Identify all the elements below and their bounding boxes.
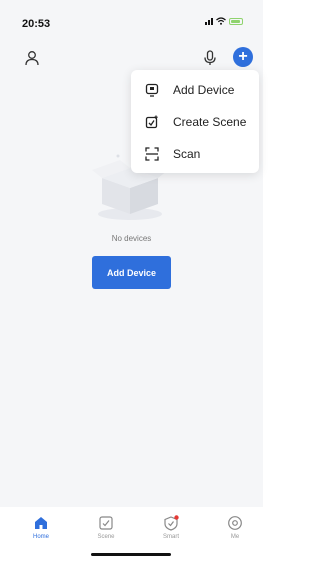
scan-icon [145,147,159,161]
create-scene-icon [145,115,158,129]
user-icon[interactable] [24,50,40,66]
scene-icon [99,516,113,530]
menu-item-add-device[interactable]: Add Device [131,74,259,106]
smart-icon [164,515,179,531]
mic-icon[interactable] [203,50,217,66]
battery-icon [229,17,243,25]
wifi-icon [216,17,226,25]
nav-label-me: Me [230,534,240,540]
nav-label-home: Home [32,534,49,540]
empty-state-message: No devices [111,234,152,243]
menu-item-label: Create Scene [173,115,247,129]
menu-item-create-scene[interactable]: Create Scene [131,106,259,138]
nav-item-scene[interactable]: Scene [86,515,126,555]
menu-item-scan[interactable]: Scan [131,138,259,170]
add-circle-icon[interactable]: + [233,47,253,67]
home-indicator [91,553,171,556]
home-screen: 20:53 + No devices Add Device Add Device… [0,0,263,563]
nav-item-me[interactable]: Me [215,515,255,555]
nav-item-home[interactable]: Home [21,515,61,555]
home-icon [35,517,47,529]
nav-label-smart: Smart [162,534,179,540]
status-time: 20:53 [22,18,51,30]
status-icons [205,17,243,25]
nav-label-scene: Scene [97,534,115,540]
menu-item-label: Scan [173,147,201,161]
add-menu: Add Device Create Scene Scan [131,70,259,173]
add-device-button[interactable]: Add Device [92,256,171,289]
signal-icon [205,17,213,25]
add-device-icon [145,83,159,97]
nav-item-smart[interactable]: Smart [151,515,191,555]
status-bar: 20:53 [0,0,263,42]
me-icon [228,516,242,530]
menu-item-label: Add Device [173,83,235,97]
